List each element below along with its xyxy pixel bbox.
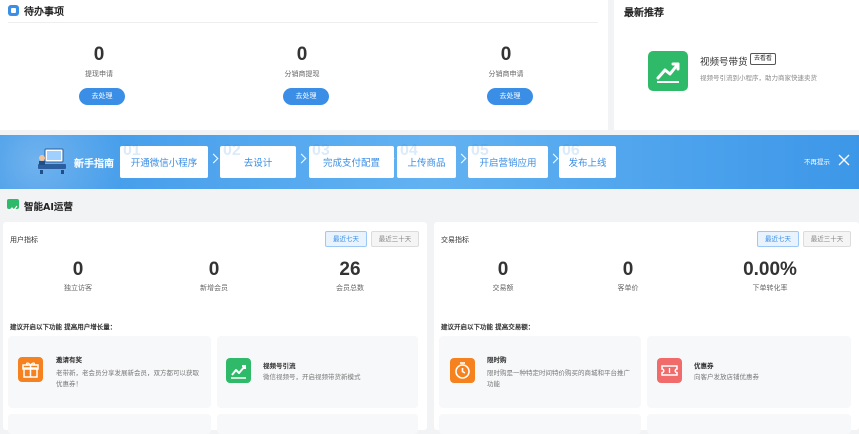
todo-card: 待办事项 0 提现申请 去处理 0 分销商提现 去处理 0 分销商申请 去处理 <box>0 0 608 130</box>
suggest-heading: 建议开启以下功能 提高用户增长量： <box>10 323 117 331</box>
stat-label: 会员总数 <box>336 284 364 292</box>
user-tab-7days[interactable]: 最近七天 <box>325 231 367 247</box>
trade-tab-7days[interactable]: 最近七天 <box>757 231 799 247</box>
user-tab-30days[interactable]: 最近三十天 <box>371 231 419 247</box>
guide-step-1[interactable]: 01 开通微信小程序 <box>120 142 208 178</box>
guide-step-3[interactable]: 03 完成支付配置 <box>309 142 394 178</box>
todo-value-distributor-withdraw: 0 <box>296 44 308 65</box>
suggest-placeholder <box>8 414 211 434</box>
guide-step-5[interactable]: 05 开启营销应用 <box>468 142 548 178</box>
stat-value: 0 <box>622 259 634 280</box>
suggest-flash-sale[interactable]: 限时购 限时购是一种特定时间特价购买的商城和平台推广功能 <box>439 336 641 408</box>
guide-dismiss-link[interactable]: 不再提示 <box>804 156 830 166</box>
step-label: 上传商品 <box>407 158 446 169</box>
suggest-invite-reward[interactable]: 邀请有奖 老带新，老会员分享发展新会员，双方都可以获取优惠券！ <box>8 336 211 408</box>
recommend-view-tag[interactable]: 去看看 <box>750 53 777 65</box>
timer-icon <box>450 358 475 383</box>
suggest-desc: 向客户发放店铺优惠券 <box>694 373 759 381</box>
process-distributor-withdraw-button[interactable]: 去处理 <box>283 88 329 105</box>
process-distributor-apply-button[interactable]: 去处理 <box>487 88 533 105</box>
todo-label-withdraw: 提现申请 <box>85 70 113 78</box>
suggest-title: 邀请有奖 <box>56 356 82 364</box>
user-metrics-card: 用户指标 最近七天 最近三十天 0 独立访客 0 新增会员 26 会员总数 建议… <box>3 222 427 434</box>
step-label: 完成支付配置 <box>322 158 380 169</box>
video-channel-icon <box>226 358 251 383</box>
recommend-item-title[interactable]: 视频号带货 <box>700 54 748 68</box>
recommend-title: 最新推荐 <box>624 8 664 19</box>
todo-label-distributor-withdraw: 分销商提现 <box>284 70 320 78</box>
suggest-heading: 建议开启以下功能 提高交易额： <box>441 323 535 331</box>
stat-label: 下单转化率 <box>752 284 788 292</box>
suggest-coupon[interactable]: 优惠券 向客户发放店铺优惠券 <box>647 336 851 408</box>
guide-step-4[interactable]: 04 上传商品 <box>397 142 456 178</box>
step-label: 去设计 <box>243 158 273 169</box>
guide-title: 新手指南 <box>74 159 114 170</box>
stat-label: 独立访客 <box>64 284 92 292</box>
stat-value: 0 <box>208 259 220 280</box>
stat-label: 交易额 <box>492 284 514 292</box>
stat-label: 客单价 <box>617 284 639 292</box>
todo-value-withdraw: 0 <box>93 44 105 65</box>
recommend-card: 最新推荐 视频号带货 去看看 视频号引流到小程序，助力商家快速卖货 <box>614 0 859 130</box>
user-metrics-title: 用户指标 <box>10 236 38 244</box>
guide-step-6[interactable]: 06 发布上线 <box>559 142 616 178</box>
todo-title: 待办事项 <box>24 7 64 18</box>
divider <box>8 22 598 23</box>
recommend-item-desc: 视频号引流到小程序，助力商家快速卖货 <box>700 74 817 82</box>
suggest-placeholder <box>217 414 418 434</box>
trade-metrics-title: 交易指标 <box>441 236 469 244</box>
gift-icon <box>18 357 43 382</box>
ai-ops-icon <box>7 199 19 212</box>
suggest-desc: 微信视频号，开启视频带货新模式 <box>263 373 361 381</box>
guide-step-2[interactable]: 02 去设计 <box>220 142 296 178</box>
todo-label-distributor-apply: 分销商申请 <box>488 70 524 78</box>
todo-icon <box>8 5 19 16</box>
video-channel-icon[interactable] <box>648 51 688 91</box>
close-icon[interactable] <box>837 152 851 166</box>
suggest-placeholder <box>439 414 641 434</box>
stat-value: 0 <box>497 259 509 280</box>
suggest-title: 视频号引流 <box>263 362 296 370</box>
coupon-icon <box>657 358 682 383</box>
stat-value: 0.00% <box>743 259 797 280</box>
suggest-placeholder <box>647 414 851 434</box>
ai-ops-title: 智能AI运营 <box>24 202 73 213</box>
step-label: 开启营销应用 <box>479 158 537 169</box>
stat-value: 26 <box>339 259 361 280</box>
trade-tab-30days[interactable]: 最近三十天 <box>803 231 851 247</box>
suggest-video-channel[interactable]: 视频号引流 微信视频号，开启视频带货新模式 <box>217 336 418 408</box>
guide-illustration-icon <box>36 147 68 175</box>
suggest-title: 限时购 <box>487 356 507 364</box>
step-label: 开通微信小程序 <box>130 158 198 169</box>
suggest-title: 优惠券 <box>694 362 714 370</box>
process-withdraw-button[interactable]: 去处理 <box>79 88 125 105</box>
trade-metrics-card: 交易指标 最近七天 最近三十天 0 交易额 0 客单价 0.00% 下单转化率 … <box>434 222 859 434</box>
todo-value-distributor-apply: 0 <box>500 44 512 65</box>
stat-value: 0 <box>72 259 84 280</box>
step-label: 发布上线 <box>568 158 607 169</box>
suggest-desc: 限时购是一种特定时间特价购买的商城和平台推广功能 <box>487 369 630 388</box>
stat-label: 新增会员 <box>200 284 228 292</box>
suggest-desc: 老带新，老会员分享发展新会员，双方都可以获取优惠券！ <box>56 369 199 388</box>
